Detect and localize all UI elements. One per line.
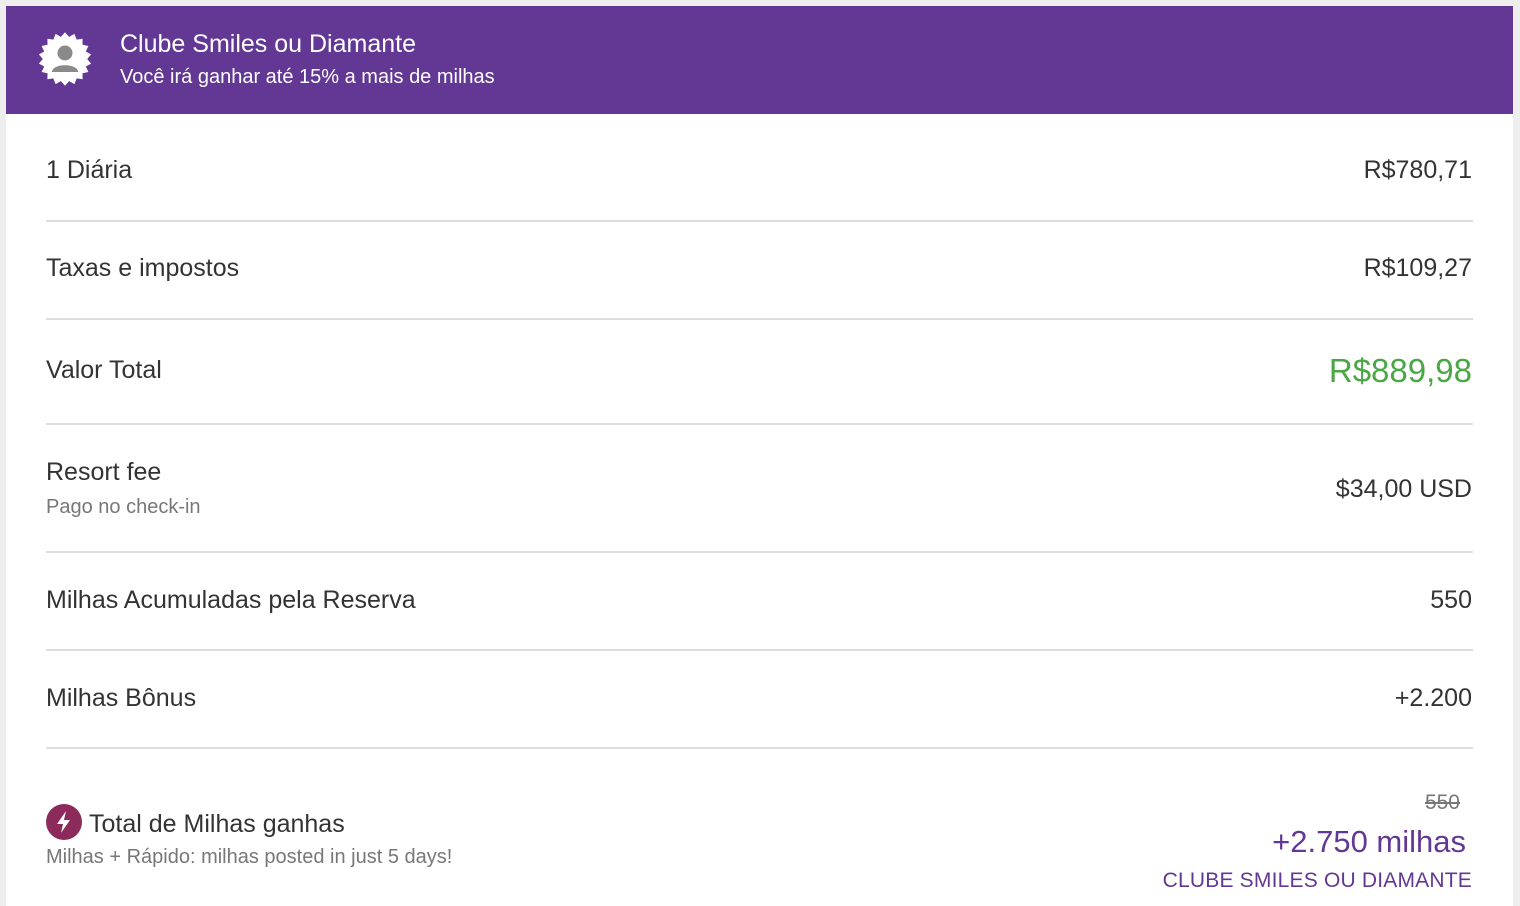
row-label: Milhas Bônus: [46, 684, 197, 712]
total-miles-summary: Total de Milhas ganhas Milhas + Rápido: …: [46, 786, 1472, 898]
divider: [46, 551, 1473, 553]
divider: [46, 423, 1473, 425]
divider: [46, 649, 1473, 651]
price-summary-card: Clube Smiles ou Diamante Você irá ganhar…: [6, 6, 1513, 906]
promo-title: Clube Smiles ou Diamante: [120, 30, 416, 58]
total-value: R$889,98: [1328, 352, 1472, 389]
divider: [46, 747, 1473, 749]
user-avatar-badge-icon: [36, 30, 94, 88]
row-value: $34,00 USD: [1335, 475, 1472, 503]
row-label: Milhas Acumuladas pela Reserva: [46, 586, 416, 614]
summary-sublabel: Milhas + Rápido: milhas posted in just 5…: [46, 846, 453, 868]
lightning-bolt-icon: [46, 804, 82, 840]
total-miles-value: +2.750 milhas: [1272, 824, 1466, 859]
promo-subtitle: Você irá ganhar até 15% a mais de milhas: [120, 66, 495, 88]
row-label: Valor Total: [46, 356, 162, 384]
price-row-taxes: Taxas e impostos R$109,27: [46, 252, 1472, 292]
club-promo-banner: Clube Smiles ou Diamante Você irá ganhar…: [6, 6, 1513, 114]
row-label: Resort fee: [46, 458, 162, 486]
row-value: R$780,71: [1363, 156, 1472, 184]
row-value: R$109,27: [1363, 254, 1472, 282]
original-miles-value: 550: [1424, 791, 1460, 814]
row-value: +2.200: [1394, 684, 1472, 712]
price-row-daily-rate: 1 Diária R$780,71: [46, 154, 1472, 194]
price-row-bonus-miles: Milhas Bônus +2.200: [46, 682, 1472, 722]
summary-label: Total de Milhas ganhas: [89, 810, 345, 838]
divider: [46, 318, 1473, 320]
row-label: 1 Diária: [46, 156, 133, 184]
price-row-total: Valor Total R$889,98: [46, 352, 1472, 396]
price-row-accumulated-miles: Milhas Acumuladas pela Reserva 550: [46, 584, 1472, 624]
row-value: 550: [1430, 586, 1472, 614]
price-row-resort-fee: Resort fee Pago no check-in $34,00 USD: [46, 456, 1472, 526]
row-label: Taxas e impostos: [46, 254, 240, 282]
club-label: CLUBE SMILES OU DIAMANTE: [1162, 869, 1472, 892]
divider: [46, 220, 1473, 222]
row-sublabel: Pago no check-in: [46, 496, 201, 518]
